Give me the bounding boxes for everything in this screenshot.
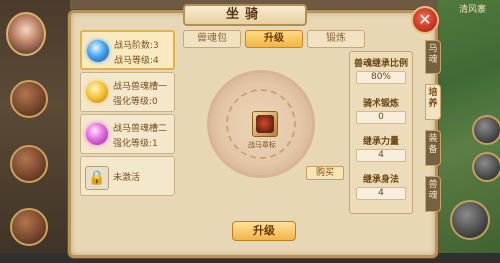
stat-value: 0 xyxy=(356,111,406,124)
blue-gem-icon xyxy=(87,40,109,62)
horse-badge-icon xyxy=(256,115,274,133)
upgrade-button[interactable]: 升级 xyxy=(232,221,296,241)
buy-button[interactable]: 购买 xyxy=(306,166,344,180)
panel-title: 坐骑 xyxy=(183,4,307,26)
side-tab-horse-soul[interactable]: 马魂 xyxy=(425,40,441,74)
gold-gem-icon xyxy=(86,81,108,103)
settings-icon[interactable] xyxy=(472,115,500,145)
tab-training[interactable]: 锻炼 xyxy=(307,30,365,48)
stat-value: 4 xyxy=(356,187,406,200)
stat-label: 兽魂继承比例 xyxy=(353,59,408,69)
list-item-line1: 战马兽魂槽一 xyxy=(113,82,168,92)
tab-soul-bag[interactable]: 兽魂包 xyxy=(183,30,241,48)
stat-label: 继承身法 xyxy=(362,175,399,185)
bag-icon[interactable] xyxy=(10,80,48,118)
side-tab-equipment[interactable]: 装备 xyxy=(425,130,441,166)
pink-gem-icon xyxy=(86,123,108,145)
list-item-line1: 战马兽魂槽二 xyxy=(113,124,168,134)
stat-label: 继承力量 xyxy=(362,137,399,147)
list-item-mount-rank[interactable]: 战马阶数:3 战马等级:4 xyxy=(80,30,175,70)
list-item-line2: 战马等级:4 xyxy=(114,56,159,66)
mount-icon[interactable] xyxy=(10,208,48,246)
tab-upgrade[interactable]: 升级 xyxy=(245,30,303,48)
list-item-soul-slot-1[interactable]: 战马兽魂槽一 强化等级:0 xyxy=(80,72,175,112)
lock-icon: 🔒 xyxy=(85,166,109,190)
list-item-line2: 强化等级:1 xyxy=(113,139,158,149)
list-item-line2: 强化等级:0 xyxy=(113,97,158,107)
list-item-line1: 战马阶数:3 xyxy=(114,41,159,51)
stat-label: 骑术锻炼 xyxy=(362,99,399,109)
minimap-label: 清风寨 xyxy=(458,5,486,15)
stat-value: 80% xyxy=(356,71,406,84)
list-item-line1: 未激活 xyxy=(113,173,141,183)
side-tab-cultivate[interactable]: 培养 xyxy=(425,84,441,120)
player-avatar[interactable] xyxy=(6,12,46,56)
skill-icon[interactable] xyxy=(10,145,48,183)
stat-value: 4 xyxy=(356,149,406,162)
list-item-soul-slot-2[interactable]: 战马兽魂槽二 强化等级:1 xyxy=(80,114,175,154)
slot-label: 战马章标 xyxy=(248,141,276,149)
list-item-inactive[interactable]: 🔒 未激活 xyxy=(80,156,175,196)
side-tab-beast-soul[interactable]: 兽魂 xyxy=(425,176,441,212)
attack-icon[interactable] xyxy=(450,200,490,240)
close-button[interactable]: ✕ xyxy=(411,6,439,34)
auto-icon[interactable] xyxy=(472,152,500,182)
